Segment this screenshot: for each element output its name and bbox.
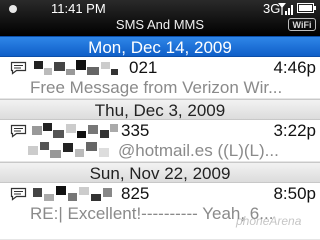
sms-icon [10, 187, 27, 201]
sms-icon [10, 124, 27, 138]
message-preview: Free Message from Verizon Wir... [30, 78, 283, 97]
date-header-label: Sun, Nov 22, 2009 [89, 164, 231, 183]
date-header-label: Thu, Dec 3, 2009 [94, 101, 226, 120]
redacted-contact-name [32, 123, 118, 138]
message-row[interactable]: 825 8:50p RE:| Excellent!---------- Yeah… [0, 183, 320, 240]
notification-dot-icon [9, 5, 17, 13]
date-header-label: Mon, Dec 14, 2009 [88, 38, 232, 57]
message-preview: @hotmail.es ((L)(L)... [118, 141, 279, 160]
watermark: phoneArena [236, 214, 302, 228]
message-row[interactable]: 335 3:22p @hotmail.es ((L)(L)... [0, 120, 320, 162]
wifi-icon: WiFi [288, 18, 316, 31]
sms-icon [10, 61, 27, 75]
date-header[interactable]: Thu, Dec 3, 2009 [0, 99, 320, 120]
date-header[interactable]: Mon, Dec 14, 2009 [0, 36, 320, 57]
redacted-contact-name [33, 186, 112, 201]
date-header[interactable]: Sun, Nov 22, 2009 [0, 162, 320, 183]
redacted-contact-name [34, 60, 118, 75]
signal-strength-icon [278, 3, 293, 15]
status-bar: 11:41 PM 3G SMS And MMS WiFi [0, 0, 320, 36]
message-time: 8:50p [273, 184, 316, 203]
redacted-email [28, 142, 109, 158]
messages-screen: 11:41 PM 3G SMS And MMS WiFi Mon, Dec 14… [0, 0, 320, 240]
battery-icon [297, 3, 316, 13]
message-time: 4:46p [273, 58, 316, 77]
contact-name: 825 [121, 184, 150, 203]
contact-name: 335 [121, 121, 150, 140]
contact-name: 021 [129, 58, 158, 77]
clock: 11:41 PM [51, 1, 106, 16]
message-row[interactable]: 021 4:46p Free Message from Verizon Wir.… [0, 57, 320, 99]
screen-title: SMS And MMS [115, 17, 205, 32]
message-time: 3:22p [273, 121, 316, 140]
